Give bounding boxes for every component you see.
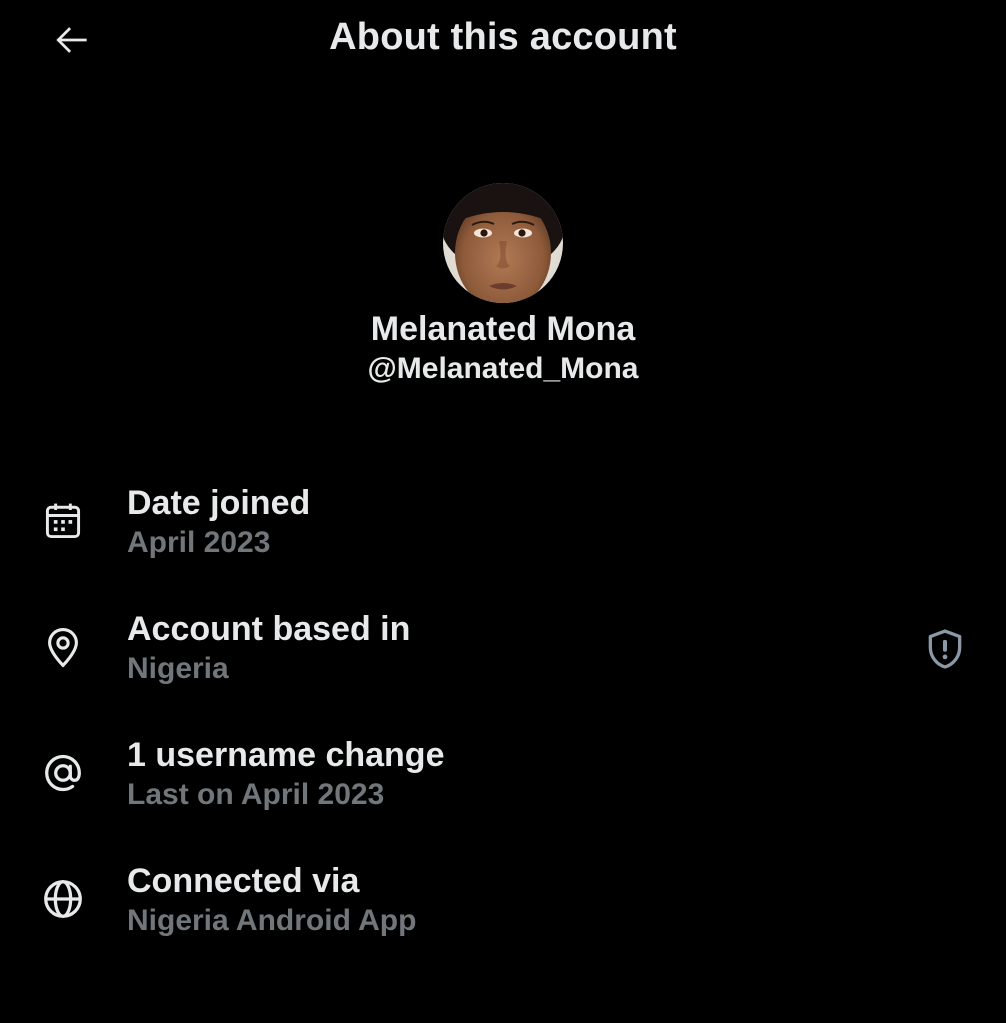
location-pin-icon (38, 622, 88, 672)
shield-alert-icon (928, 629, 962, 669)
location-info-button[interactable] (920, 624, 970, 674)
avatar[interactable] (443, 183, 563, 303)
account-info-list: Date joined April 2023 Account based in … (0, 480, 1006, 984)
row-subtitle: Nigeria Android App (127, 904, 417, 937)
row-title: Connected via (127, 862, 360, 900)
display-name: Melanated Mona (370, 310, 636, 348)
row-subtitle: Last on April 2023 (127, 778, 385, 811)
page-title: About this account (329, 16, 677, 58)
account-based-in-text: Account based in Nigeria (127, 608, 410, 688)
username-handle: @Melanated_Mona (367, 352, 639, 385)
account-based-in-row: Account based in Nigeria (0, 606, 1006, 732)
row-subtitle: April 2023 (127, 526, 271, 559)
globe-icon (38, 874, 88, 924)
connected-via-text: Connected via Nigeria Android App (127, 860, 416, 940)
profile-summary: Melanated Mona @Melanated_Mona (0, 183, 1006, 387)
row-title: Account based in (127, 610, 411, 648)
username-change-text: 1 username change Last on April 2023 (127, 734, 444, 814)
connected-via-row: Connected via Nigeria Android App (0, 858, 1006, 984)
row-subtitle: Nigeria (127, 652, 229, 685)
calendar-icon (38, 496, 88, 546)
row-title: Date joined (127, 484, 311, 522)
avatar-image (443, 183, 563, 303)
username-change-row: 1 username change Last on April 2023 (0, 732, 1006, 858)
top-bar: About this account (0, 0, 1006, 80)
date-joined-row: Date joined April 2023 (0, 480, 1006, 606)
row-title: 1 username change (127, 736, 445, 774)
at-sign-icon (38, 748, 88, 798)
date-joined-text: Date joined April 2023 (127, 482, 310, 562)
